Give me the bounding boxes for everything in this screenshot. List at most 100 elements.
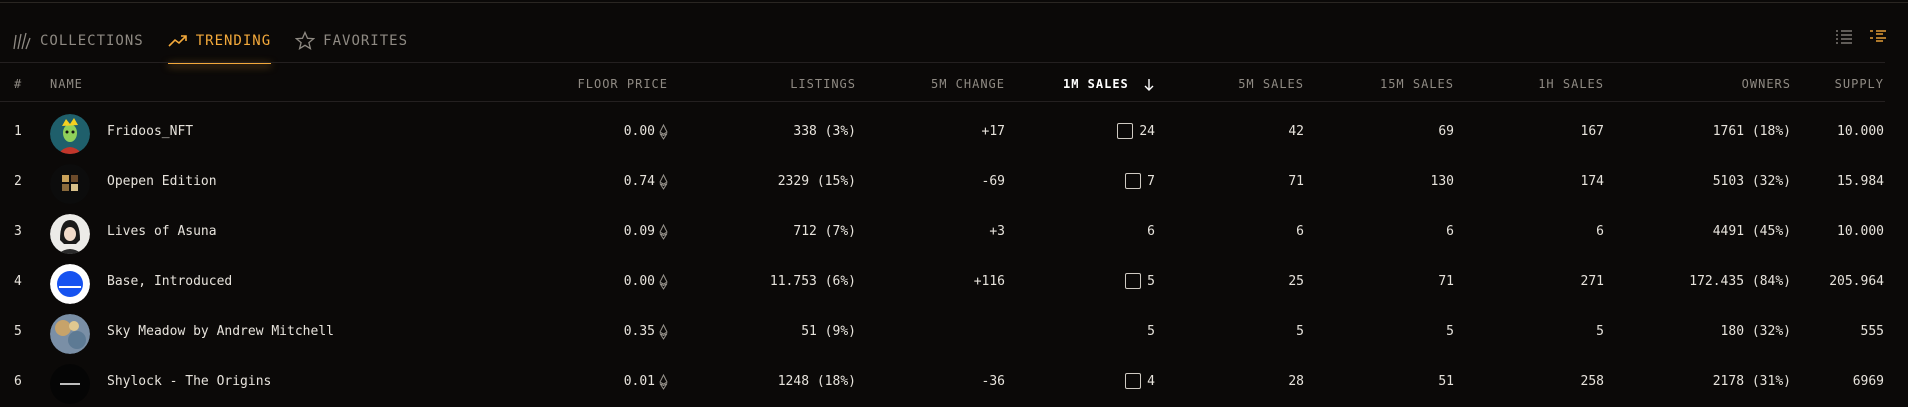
table-row[interactable]: 2 Opepen Edition 0.74 2329 (15%) -69 7 7… bbox=[0, 157, 1908, 207]
sales-15m: 130 bbox=[1430, 174, 1454, 189]
table-row[interactable]: 5 Sky Meadow by Andrew Mitchell 0.35 51 … bbox=[0, 307, 1908, 357]
sales-1h: 258 bbox=[1580, 374, 1604, 389]
collection-name[interactable]: Shylock - The Origins bbox=[107, 357, 271, 407]
table-row[interactable]: 4 Base, Introduced 0.00 11.753 (6%) +116… bbox=[0, 257, 1908, 307]
sales-1h: 5 bbox=[1596, 324, 1604, 339]
column-1h-sales[interactable]: 1H SALES bbox=[1538, 66, 1604, 102]
column-5m-sales[interactable]: 5M SALES bbox=[1238, 66, 1304, 102]
supply: 555 bbox=[1860, 324, 1884, 339]
sales-5m: 28 bbox=[1288, 374, 1304, 389]
sales-1m-value: 6 bbox=[1147, 224, 1155, 239]
column-index: # bbox=[14, 77, 23, 91]
collection-name[interactable]: Lives of Asuna bbox=[107, 207, 217, 257]
header-divider bbox=[0, 101, 1885, 102]
detail-view-button[interactable] bbox=[1868, 27, 1888, 47]
eth-icon bbox=[659, 173, 668, 190]
collection-name[interactable]: Sky Meadow by Andrew Mitchell bbox=[107, 307, 334, 357]
supply: 10.000 bbox=[1837, 224, 1884, 239]
sales-1m-value: 24 bbox=[1139, 124, 1155, 139]
change-5m: +116 bbox=[973, 274, 1005, 289]
listings: 51 (9%) bbox=[801, 324, 856, 339]
sales-1m: 6 bbox=[1147, 207, 1155, 257]
tab-bar: COLLECTIONS TRENDING FAVORITES bbox=[12, 18, 420, 64]
eth-icon bbox=[659, 223, 668, 240]
floor-price-value: 0.74 bbox=[623, 174, 655, 189]
column-5m-change[interactable]: 5M CHANGE bbox=[931, 66, 1005, 102]
avatar bbox=[50, 214, 90, 254]
table-row[interactable]: 1 Fridoos_NFT 0.00 338 (3%) +17 24 42 69… bbox=[0, 107, 1908, 157]
collection-name[interactable]: Base, Introduced bbox=[107, 257, 232, 307]
eth-icon bbox=[659, 373, 668, 390]
column-supply[interactable]: SUPPLY bbox=[1835, 66, 1884, 102]
sales-1h: 167 bbox=[1580, 124, 1604, 139]
sales-1m-value: 5 bbox=[1147, 324, 1155, 339]
column-1m-sales[interactable]: 1M SALES bbox=[1063, 66, 1155, 102]
change-5m: -36 bbox=[981, 374, 1005, 389]
collection-name[interactable]: Fridoos_NFT bbox=[107, 107, 193, 157]
sale-thumbnail-icon bbox=[1117, 122, 1134, 139]
sales-1m: 4 bbox=[1125, 357, 1155, 407]
floor-price: 0.09 bbox=[624, 207, 668, 257]
sales-15m: 71 bbox=[1438, 274, 1454, 289]
owners: 4491 (45%) bbox=[1712, 224, 1791, 239]
sale-thumbnail-icon bbox=[1125, 272, 1142, 289]
star-icon bbox=[295, 31, 316, 51]
sales-1h: 174 bbox=[1580, 174, 1604, 189]
listings: 2329 (15%) bbox=[777, 174, 856, 189]
listings: 338 (3%) bbox=[793, 124, 856, 139]
avatar bbox=[50, 314, 90, 354]
table-row[interactable]: 6 Shylock - The Origins 0.01 1248 (18%) … bbox=[0, 357, 1908, 407]
column-floor-price[interactable]: FLOOR PRICE bbox=[578, 66, 668, 102]
owners: 180 (32%) bbox=[1720, 324, 1791, 339]
collection-name[interactable]: Opepen Edition bbox=[107, 157, 217, 207]
sales-5m: 71 bbox=[1288, 174, 1304, 189]
row-index: 2 bbox=[14, 174, 22, 189]
sales-1m: 5 bbox=[1125, 257, 1155, 307]
eth-icon bbox=[659, 323, 668, 340]
list-view-button[interactable] bbox=[1834, 27, 1854, 47]
sales-15m: 51 bbox=[1438, 374, 1454, 389]
eth-icon bbox=[659, 123, 668, 140]
floor-price: 0.35 bbox=[624, 307, 668, 357]
sales-15m: 6 bbox=[1446, 224, 1454, 239]
avatar bbox=[50, 114, 90, 154]
sales-15m: 69 bbox=[1438, 124, 1454, 139]
sales-1m-value: 5 bbox=[1147, 274, 1155, 289]
sales-1m-value: 7 bbox=[1147, 174, 1155, 189]
owners: 172.435 (84%) bbox=[1689, 274, 1791, 289]
collections-icon bbox=[12, 32, 32, 50]
avatar bbox=[50, 264, 90, 304]
row-index: 4 bbox=[14, 274, 22, 289]
top-border bbox=[0, 2, 1908, 3]
table-row[interactable]: 3 Lives of Asuna 0.09 712 (7%) +3 6 6 6 … bbox=[0, 207, 1908, 257]
trending-icon bbox=[168, 34, 188, 48]
column-15m-sales[interactable]: 15M SALES bbox=[1380, 66, 1454, 102]
sales-5m: 25 bbox=[1288, 274, 1304, 289]
avatar bbox=[50, 164, 90, 204]
sales-1m: 5 bbox=[1147, 307, 1155, 357]
supply: 6969 bbox=[1852, 374, 1884, 389]
sales-15m: 5 bbox=[1446, 324, 1454, 339]
tab-trending[interactable]: TRENDING bbox=[156, 18, 283, 64]
column-owners[interactable]: OWNERS bbox=[1742, 66, 1791, 102]
row-index: 1 bbox=[14, 124, 22, 139]
owners: 5103 (32%) bbox=[1712, 174, 1791, 189]
sort-desc-icon bbox=[1144, 78, 1154, 91]
tab-collections-label: COLLECTIONS bbox=[40, 33, 144, 49]
sales-5m: 5 bbox=[1296, 324, 1304, 339]
supply: 15.984 bbox=[1837, 174, 1884, 189]
sales-1h: 271 bbox=[1580, 274, 1604, 289]
column-name[interactable]: NAME bbox=[50, 66, 83, 102]
tab-favorites[interactable]: FAVORITES bbox=[283, 18, 420, 64]
floor-price-value: 0.00 bbox=[623, 274, 655, 289]
change-5m: +17 bbox=[981, 124, 1005, 139]
sale-thumbnail-icon bbox=[1125, 372, 1142, 389]
tabs-divider bbox=[0, 62, 1885, 63]
floor-price: 0.00 bbox=[624, 107, 668, 157]
row-index: 6 bbox=[14, 374, 22, 389]
tab-collections[interactable]: COLLECTIONS bbox=[12, 18, 156, 64]
tab-favorites-label: FAVORITES bbox=[323, 33, 409, 49]
column-listings[interactable]: LISTINGS bbox=[790, 66, 856, 102]
floor-price: 0.74 bbox=[624, 157, 668, 207]
sales-5m: 42 bbox=[1288, 124, 1304, 139]
